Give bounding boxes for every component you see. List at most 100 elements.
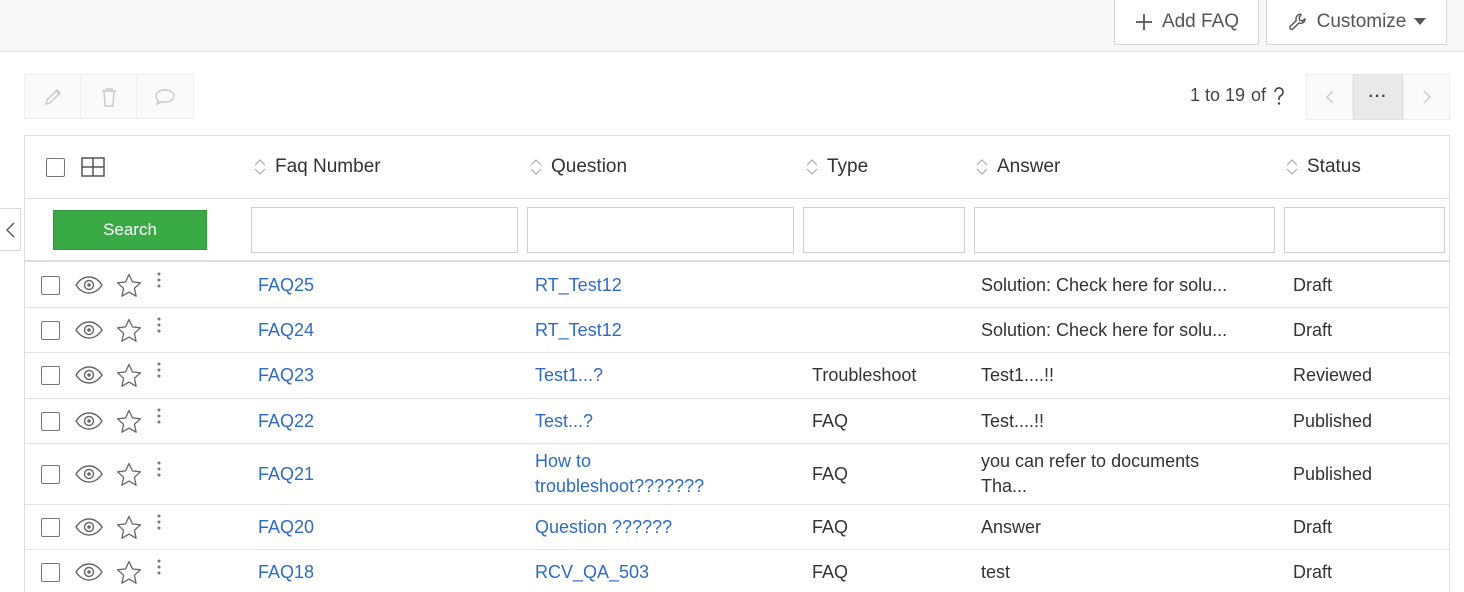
column-header-label: Type — [827, 156, 869, 177]
column-header-status[interactable]: Status — [1286, 156, 1361, 178]
row-checkbox[interactable] — [41, 411, 60, 431]
eye-icon[interactable] — [75, 464, 103, 483]
comment-button[interactable] — [137, 75, 193, 118]
next-page-button[interactable] — [1403, 74, 1450, 120]
status-cell: Draft — [1293, 274, 1333, 295]
row-checkbox[interactable] — [41, 517, 60, 537]
column-header-type[interactable]: Type — [806, 156, 868, 178]
faq-number-link[interactable]: FAQ20 — [258, 517, 314, 538]
question-link[interactable]: Question ?????? — [535, 517, 672, 538]
question-link[interactable]: RCV_QA_503 — [535, 562, 649, 583]
star-icon[interactable] — [116, 363, 142, 388]
type-filter-input[interactable] — [803, 207, 965, 253]
row-checkbox[interactable] — [41, 320, 60, 340]
question-line: troubleshoot??????? — [535, 476, 705, 496]
faq-number-link[interactable]: FAQ22 — [258, 411, 314, 432]
star-icon[interactable] — [116, 560, 142, 585]
collapse-panel-button[interactable] — [0, 208, 21, 251]
star-icon[interactable] — [116, 462, 142, 487]
add-faq-label: Add FAQ — [1161, 11, 1240, 32]
favorite-action[interactable] — [116, 273, 142, 303]
more-vertical-icon[interactable] — [157, 272, 161, 288]
column-header-label: Answer — [997, 156, 1061, 177]
column-header-question[interactable]: Question — [530, 156, 627, 178]
star-icon[interactable] — [116, 318, 142, 343]
eye-icon[interactable] — [75, 517, 103, 536]
row-menu-action[interactable] — [157, 559, 161, 580]
pagination-of: of — [1251, 85, 1267, 105]
more-vertical-icon[interactable] — [157, 362, 161, 378]
row-checkbox[interactable] — [41, 562, 60, 582]
type-cell: Troubleshoot — [812, 365, 917, 385]
question-link[interactable]: How to troubleshoot??????? — [535, 449, 704, 499]
answer-filter-input[interactable] — [974, 207, 1275, 253]
column-layout-icon[interactable] — [81, 157, 105, 177]
table-row: FAQ21 How to troubleshoot??????? you can re… — [25, 444, 1449, 505]
question-link[interactable]: Test...? — [535, 411, 593, 432]
faq-number-link[interactable]: FAQ23 — [258, 365, 314, 386]
faq-number-filter-input[interactable] — [251, 207, 518, 253]
search-button[interactable]: Search — [53, 210, 207, 250]
edit-button[interactable] — [25, 75, 81, 118]
eye-icon[interactable] — [75, 411, 103, 430]
add-faq-button[interactable]: Add FAQ — [1114, 0, 1259, 45]
row-checkbox[interactable] — [41, 464, 60, 484]
more-pages-button[interactable]: ··· — [1353, 74, 1403, 120]
question-icon[interactable] — [1272, 86, 1286, 106]
favorite-action[interactable] — [116, 515, 142, 545]
eye-icon[interactable] — [75, 320, 103, 339]
faq-number-link[interactable]: FAQ21 — [258, 464, 314, 485]
question-filter-input[interactable] — [527, 207, 794, 253]
question-link[interactable]: RT_Test12 — [535, 320, 622, 341]
status-cell: Draft — [1293, 516, 1333, 537]
answer-line: Tha... — [981, 476, 1028, 496]
select-all-checkbox[interactable] — [46, 158, 65, 177]
row-menu-action[interactable] — [157, 317, 161, 338]
question-link[interactable]: RT_Test12 — [535, 275, 622, 296]
view-action[interactable] — [75, 320, 103, 344]
star-icon[interactable] — [116, 515, 142, 540]
column-header-label: Status — [1307, 156, 1361, 177]
favorite-action[interactable] — [116, 409, 142, 439]
sort-icon — [530, 159, 542, 175]
row-menu-action[interactable] — [157, 362, 161, 383]
favorite-action[interactable] — [116, 462, 142, 492]
row-menu-action[interactable] — [157, 408, 161, 429]
faq-table: Faq Number Question Type Answer Status S… — [24, 135, 1450, 592]
row-checkbox[interactable] — [41, 366, 60, 385]
star-icon[interactable] — [116, 273, 142, 298]
faq-number-link[interactable]: FAQ25 — [258, 275, 314, 296]
question-link[interactable]: Test1...? — [535, 365, 603, 386]
status-cell: Published — [1293, 463, 1373, 484]
row-checkbox[interactable] — [41, 275, 60, 295]
view-action[interactable] — [75, 562, 103, 586]
delete-button[interactable] — [81, 75, 137, 118]
view-action[interactable] — [75, 366, 103, 389]
status-filter-input[interactable] — [1284, 207, 1445, 253]
more-vertical-icon[interactable] — [157, 559, 161, 575]
row-menu-action[interactable] — [157, 272, 161, 293]
favorite-action[interactable] — [116, 363, 142, 393]
favorite-action[interactable] — [116, 560, 142, 590]
eye-icon[interactable] — [75, 275, 103, 294]
faq-number-link[interactable]: FAQ24 — [258, 320, 314, 341]
star-icon[interactable] — [116, 409, 142, 434]
more-vertical-icon[interactable] — [157, 317, 161, 333]
faq-number-link[interactable]: FAQ18 — [258, 562, 314, 583]
view-action[interactable] — [75, 275, 103, 299]
column-header-faq-number[interactable]: Faq Number — [254, 156, 381, 178]
view-action[interactable] — [75, 464, 103, 488]
view-action[interactable] — [75, 517, 103, 541]
more-vertical-icon[interactable] — [157, 461, 161, 477]
eye-icon[interactable] — [75, 366, 103, 384]
row-menu-action[interactable] — [157, 514, 161, 535]
eye-icon[interactable] — [75, 562, 103, 581]
previous-page-button[interactable] — [1306, 74, 1353, 120]
more-vertical-icon[interactable] — [157, 514, 161, 530]
customize-button[interactable]: Customize — [1266, 0, 1447, 45]
more-vertical-icon[interactable] — [157, 408, 161, 424]
row-menu-action[interactable] — [157, 461, 161, 482]
view-action[interactable] — [75, 411, 103, 435]
favorite-action[interactable] — [116, 318, 142, 348]
column-header-answer[interactable]: Answer — [976, 156, 1060, 178]
